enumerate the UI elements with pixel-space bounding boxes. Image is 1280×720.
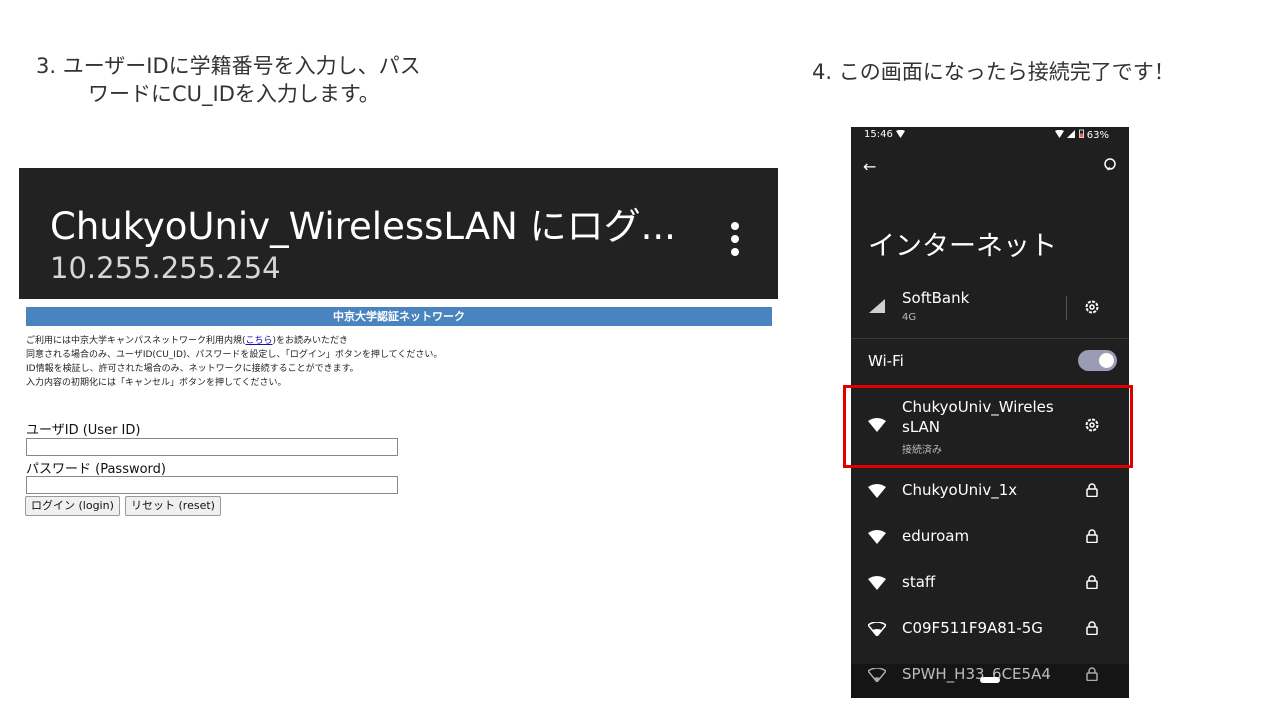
login-screenshot: ChukyoUniv_WirelessLAN にログ... 10.255.255… [19,168,778,548]
network-name[interactable]: eduroam [902,527,969,545]
battery-icon [1078,129,1084,138]
gear-icon[interactable] [1084,299,1100,315]
wifi-icon [868,576,886,590]
step4-caption: 4. この画面になったら接続完了です！ [812,60,1175,84]
terms-notice: ご利用には中京大学キャンパスネットワーク利用内規(こちら)をお読みいただき 同意… [26,334,442,390]
wifi-icon [868,484,886,498]
wifi-signal-icon [1055,129,1065,138]
help-icon[interactable] [1103,157,1117,171]
notice-line2: 同意される場合のみ、ユーザID(CU_ID)、パスワードを設定し、「ログイン」ボ… [26,350,443,360]
terms-link[interactable]: こちら [246,336,273,346]
step3-line1: 3. ユーザーIDに学籍番号を入力し、パス [36,54,421,78]
divider [851,338,1129,339]
page-title: インターネット [868,231,1057,262]
lock-icon [1086,529,1098,543]
notice-line4: 入力内容の初期化には「キャンセル」ボタンを押してください。 [26,378,287,388]
lock-icon [1086,575,1098,589]
status-indicators: 63% [1055,129,1109,141]
step3-caption: 3. ユーザーIDに学籍番号を入力し、パス ワードにCU_IDを入力します。 [36,52,421,108]
reset-button[interactable]: リセット (reset) [125,496,221,516]
back-arrow-icon[interactable]: ← [863,157,876,176]
portal-banner: 中京大学認証ネットワーク [26,307,772,326]
cell-signal-icon [869,299,885,313]
clock: 15:46 [864,129,893,140]
wifi-status-icon [896,129,906,138]
network-name[interactable]: ChukyoUniv_1x [902,481,1017,499]
wifi-icon-weak [868,622,886,636]
browser-title: ChukyoUniv_WirelessLAN にログ... [50,205,676,248]
carrier-name[interactable]: SoftBank [902,289,969,307]
step3-line2: ワードにCU_IDを入力します。 [88,82,380,106]
password-input[interactable] [26,476,398,494]
network-name[interactable]: SPWH_H33_6CE5A4 [902,665,1051,683]
network-name[interactable]: C09F511F9A81-5G [902,619,1043,637]
wifi-toggle-label: Wi-Fi [868,352,904,370]
divider [1066,296,1067,320]
highlight-box [843,385,1133,468]
userid-input[interactable] [26,438,398,456]
userid-label: ユーザID (User ID) [26,423,141,438]
notice-line3: ID情報を検証し、許可された場合のみ、ネットワークに接続することができます。 [26,364,359,374]
notice-line1a: ご利用には中京大学キャンパスネットワーク利用内規( [26,336,246,346]
wifi-toggle[interactable] [1078,350,1117,371]
home-gesture-pill[interactable] [980,677,1000,683]
password-label: パスワード (Password) [26,462,166,477]
cell-signal-icon [1067,130,1076,138]
lock-icon [1086,621,1098,635]
carrier-sub: 4G [902,312,917,323]
lock-icon [1086,667,1098,681]
battery-percent: 63% [1086,130,1109,141]
network-name[interactable]: staff [902,573,935,591]
login-button[interactable]: ログイン (login) [25,496,120,516]
browser-url: 10.255.255.254 [50,251,281,285]
status-time: 15:46 [864,129,906,140]
browser-header: ChukyoUniv_WirelessLAN にログ... 10.255.255… [19,168,778,299]
wifi-icon [868,530,886,544]
more-vert-icon[interactable] [725,220,745,258]
wifi-icon-weak [868,668,886,682]
lock-icon [1086,483,1098,497]
notice-line1b: )をお読みいただき [272,336,349,346]
